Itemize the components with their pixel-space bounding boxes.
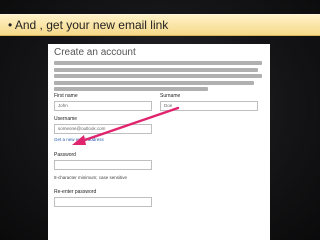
signup-form-screenshot: Create an account First name John Surnam… <box>48 44 270 240</box>
slide-title: • And , get your new email link <box>8 18 169 32</box>
arrow-annotation <box>72 106 180 145</box>
title-bar: • And , get your new email link <box>0 14 320 36</box>
